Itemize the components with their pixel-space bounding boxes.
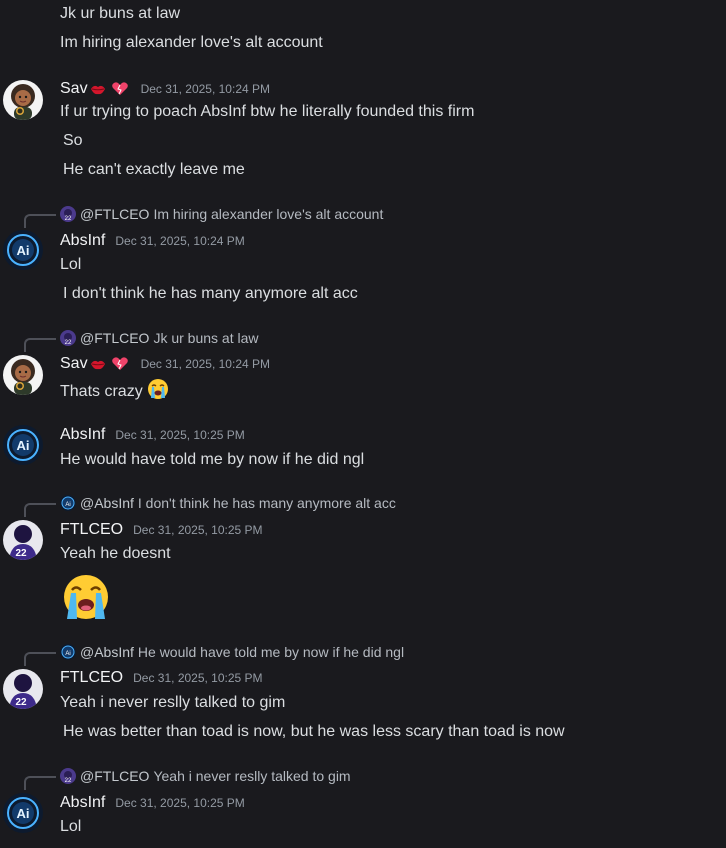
reply-spine <box>24 503 56 517</box>
message-header: Sav Dec 31, 2025, 10:24 PM <box>60 354 270 374</box>
reply-avatar: 22 <box>60 330 76 346</box>
timestamp: Dec 31, 2025, 10:25 PM <box>115 796 245 810</box>
avatar-ftlceo[interactable]: 22 <box>3 520 43 560</box>
reply-author[interactable]: @AbsInf <box>80 495 134 511</box>
avatar-sav[interactable] <box>3 355 43 395</box>
timestamp: Dec 31, 2025, 10:24 PM <box>115 234 245 248</box>
heart-emoji-icon <box>111 357 128 370</box>
username[interactable]: FTLCEO <box>60 521 123 539</box>
svg-text:Ai: Ai <box>65 502 70 508</box>
reply-preview[interactable]: Ai @AbsInf I don't think he has many any… <box>24 494 396 517</box>
message-header: AbsInf Dec 31, 2025, 10:25 PM <box>60 425 245 445</box>
message-text: Thats crazy <box>60 383 143 400</box>
svg-text:22: 22 <box>15 697 27 708</box>
svg-text:22: 22 <box>65 340 72 346</box>
reply-text: Im hiring alexander love's alt account <box>153 206 384 222</box>
message-header: FTLCEO Dec 31, 2025, 10:25 PM <box>60 520 263 540</box>
avatar-sav[interactable] <box>3 80 43 120</box>
lips-emoji-icon <box>90 85 105 95</box>
reply-avatar: Ai <box>60 495 76 511</box>
svg-text:Ai: Ai <box>65 651 70 657</box>
message-line: Yeah i never reslly talked to gim <box>60 694 286 711</box>
reply-text: He would have told me by now if he did n… <box>137 644 405 660</box>
message-line: So <box>63 132 83 149</box>
reply-text: Yeah i never reslly talked to gim <box>153 768 351 784</box>
message-line: Lol <box>60 818 82 835</box>
svg-text:Ai: Ai <box>17 806 30 821</box>
reply-author[interactable]: @FTLCEO <box>80 330 149 346</box>
message-line: He can't exactly leave me <box>63 161 245 178</box>
message-line: If ur trying to poach AbsInf btw he lite… <box>60 103 475 120</box>
reply-spine <box>24 776 56 790</box>
message-header: AbsInf Dec 31, 2025, 10:25 PM <box>60 793 245 813</box>
reply-preview[interactable]: 22 @FTLCEO Im hiring alexander love's al… <box>24 205 383 228</box>
reply-author[interactable]: @AbsInf <box>80 644 134 660</box>
svg-text:22: 22 <box>65 216 72 222</box>
avatar-absinf[interactable]: Ai <box>3 425 43 465</box>
message-line: Jk ur buns at law <box>60 5 181 22</box>
user-badges <box>90 356 131 372</box>
reply-text: I don't think he has many anymore alt ac… <box>137 495 396 511</box>
reply-preview[interactable]: Ai @AbsInf He would have told me by now … <box>24 643 404 666</box>
message-header: AbsInf Dec 31, 2025, 10:24 PM <box>60 231 245 251</box>
username[interactable]: AbsInf <box>60 794 105 812</box>
timestamp: Dec 31, 2025, 10:25 PM <box>133 671 263 685</box>
avatar-ftlceo[interactable]: 22 <box>3 669 43 709</box>
message-header: FTLCEO Dec 31, 2025, 10:25 PM <box>60 668 263 688</box>
message-line: Im hiring alexander love's alt account <box>60 34 323 51</box>
message-line: Yeah he doesnt <box>60 545 171 562</box>
message-line: Thats crazy <box>60 378 169 402</box>
reply-preview[interactable]: 22 @FTLCEO Jk ur buns at law <box>24 329 259 352</box>
user-badges <box>90 81 131 97</box>
timestamp: Dec 31, 2025, 10:24 PM <box>140 82 270 96</box>
timestamp: Dec 31, 2025, 10:25 PM <box>133 523 263 537</box>
message-line: I don't think he has many anymore alt ac… <box>63 285 358 302</box>
heart-emoji-icon <box>111 82 128 95</box>
reply-spine <box>24 652 56 666</box>
timestamp: Dec 31, 2025, 10:24 PM <box>140 357 270 371</box>
reply-spine <box>24 214 56 228</box>
reply-avatar: 22 <box>60 768 76 784</box>
svg-text:Ai: Ai <box>17 438 30 453</box>
avatar-absinf[interactable]: Ai <box>3 230 43 270</box>
lips-emoji-icon <box>90 360 105 370</box>
username[interactable]: Sav <box>60 355 88 373</box>
timestamp: Dec 31, 2025, 10:25 PM <box>115 428 245 442</box>
message-line: He would have told me by now if he did n… <box>60 451 365 468</box>
reply-text: Jk ur buns at law <box>153 330 259 346</box>
svg-text:Ai: Ai <box>17 243 30 258</box>
username[interactable]: AbsInf <box>60 232 105 250</box>
reply-author[interactable]: @FTLCEO <box>80 768 149 784</box>
chat-message-list: Jk ur buns at law Im hiring alexander lo… <box>0 0 726 848</box>
username[interactable]: FTLCEO <box>60 669 123 687</box>
loudly-crying-emoji-icon <box>147 379 168 399</box>
reply-spine <box>24 338 56 352</box>
reply-preview[interactable]: 22 @FTLCEO Yeah i never reslly talked to… <box>24 767 351 790</box>
reply-author[interactable]: @FTLCEO <box>80 206 149 222</box>
username[interactable]: AbsInf <box>60 426 105 444</box>
reply-avatar: Ai <box>60 644 76 660</box>
message-line: He was better than toad is now, but he w… <box>63 723 565 740</box>
username[interactable]: Sav <box>60 80 88 98</box>
avatar-absinf[interactable]: Ai <box>3 793 43 833</box>
reply-avatar: 22 <box>60 206 76 222</box>
svg-text:22: 22 <box>15 548 27 559</box>
loudly-crying-emoji-icon <box>64 575 108 619</box>
svg-text:22: 22 <box>65 778 72 784</box>
message-header: Sav Dec 31, 2025, 10:24 PM <box>60 79 270 99</box>
message-line: Lol <box>60 256 82 273</box>
